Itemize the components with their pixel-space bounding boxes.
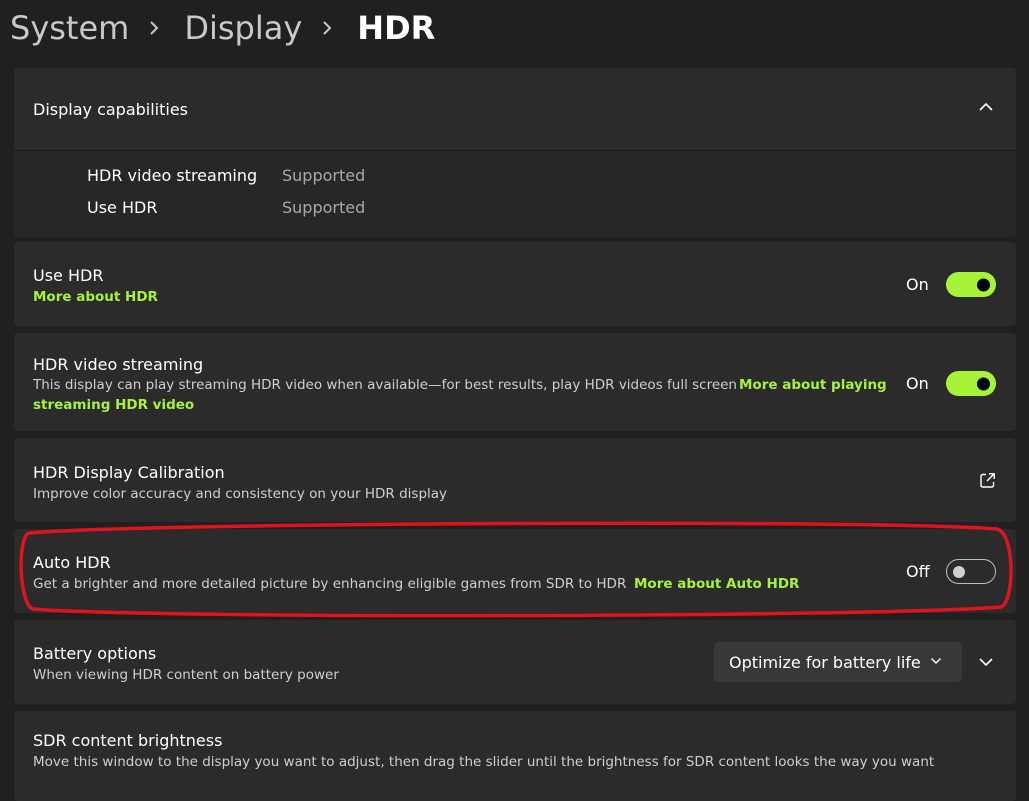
use-hdr-title: Use HDR bbox=[33, 266, 104, 285]
capability-value: Supported bbox=[282, 198, 366, 217]
sdr-brightness-title: SDR content brightness bbox=[33, 731, 223, 750]
hdr-calibration-title: HDR Display Calibration bbox=[33, 463, 225, 482]
breadcrumb: System Display HDR bbox=[10, 8, 435, 48]
capability-value: Supported bbox=[282, 166, 366, 185]
hdr-calibration-card[interactable]: HDR Display Calibration Improve color ac… bbox=[14, 438, 1016, 522]
battery-options-card: Battery options When viewing HDR content… bbox=[14, 620, 1016, 704]
hdr-calibration-description: Improve color accuracy and consistency o… bbox=[33, 486, 448, 502]
toggle-knob bbox=[953, 565, 965, 578]
sdr-brightness-description: Move this window to the display you want… bbox=[33, 754, 935, 770]
chevron-up-icon[interactable] bbox=[978, 102, 994, 112]
breadcrumb-system[interactable]: System bbox=[10, 9, 129, 47]
auto-hdr-description: Get a brighter and more detailed picture… bbox=[33, 576, 627, 592]
auto-hdr-state: Off bbox=[906, 562, 930, 581]
capability-label: HDR video streaming bbox=[87, 166, 258, 185]
chevron-down-icon[interactable] bbox=[978, 657, 994, 667]
auto-hdr-card: Auto HDR Get a brighter and more detaile… bbox=[14, 529, 1016, 613]
hdr-video-streaming-toggle[interactable] bbox=[946, 371, 996, 396]
breadcrumb-display[interactable]: Display bbox=[184, 9, 302, 47]
battery-options-title: Battery options bbox=[33, 644, 157, 663]
toggle-knob bbox=[977, 278, 990, 291]
capability-label: Use HDR bbox=[87, 198, 158, 217]
more-about-auto-hdr-link[interactable]: More about Auto HDR bbox=[634, 574, 799, 594]
auto-hdr-toggle-group: Off bbox=[906, 559, 996, 584]
hdr-video-streaming-title: HDR video streaming bbox=[33, 355, 204, 374]
external-link-icon[interactable] bbox=[979, 472, 996, 489]
chevron-down-icon bbox=[930, 657, 942, 665]
hdr-video-streaming-card: HDR video streaming This display can pla… bbox=[14, 333, 1016, 431]
chevron-right-icon bbox=[149, 8, 161, 48]
display-capabilities-header[interactable]: Display capabilities bbox=[14, 68, 1016, 150]
sdr-brightness-card: SDR content brightness Move this window … bbox=[14, 711, 1016, 801]
battery-options-description: When viewing HDR content on battery powe… bbox=[33, 667, 339, 683]
hdr-video-streaming-state: On bbox=[906, 374, 929, 393]
battery-options-selected: Optimize for battery life bbox=[729, 652, 921, 672]
use-hdr-card: Use HDR More about HDR On bbox=[14, 242, 1016, 326]
hdr-video-streaming-description: This display can play streaming HDR vide… bbox=[33, 377, 737, 393]
auto-hdr-toggle[interactable] bbox=[946, 559, 996, 584]
use-hdr-toggle-group: On bbox=[906, 272, 996, 297]
more-about-streaming-link-cont[interactable]: streaming HDR video bbox=[33, 395, 194, 415]
more-about-streaming-link[interactable]: More about playing bbox=[739, 375, 887, 395]
use-hdr-toggle[interactable] bbox=[946, 272, 996, 297]
display-capabilities-title: Display capabilities bbox=[33, 100, 189, 119]
auto-hdr-title: Auto HDR bbox=[33, 553, 111, 572]
more-about-hdr-link[interactable]: More about HDR bbox=[33, 287, 158, 307]
toggle-knob bbox=[977, 377, 990, 390]
hdr-video-streaming-toggle-group: On bbox=[906, 371, 996, 396]
use-hdr-state: On bbox=[906, 275, 929, 294]
chevron-right-icon bbox=[322, 8, 334, 48]
page-title: HDR bbox=[357, 9, 436, 47]
battery-options-dropdown[interactable]: Optimize for battery life bbox=[714, 642, 962, 682]
display-capabilities-details: HDR video streaming Supported Use HDR Su… bbox=[14, 150, 1016, 237]
